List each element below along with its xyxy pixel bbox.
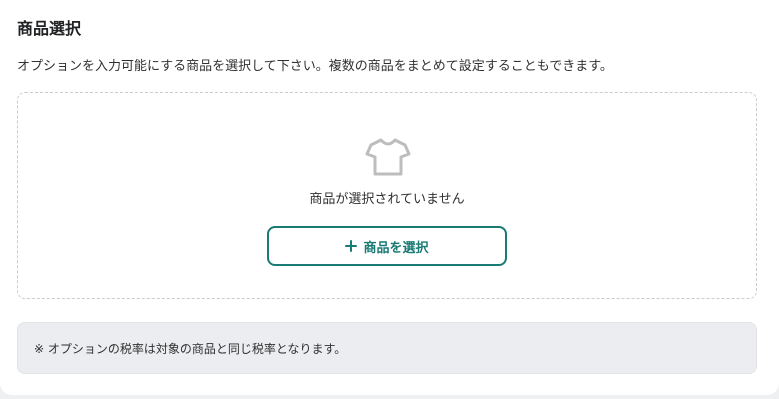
empty-state-message: 商品が選択されていません	[309, 192, 465, 207]
section-title: 商品選択	[17, 19, 82, 38]
select-product-button[interactable]: 商品を選択	[267, 226, 507, 266]
tshirt-icon	[365, 138, 411, 176]
section-description: オプションを入力可能にする商品を選択して下さい。複数の商品をまとめて設定すること…	[17, 59, 613, 74]
select-product-label: 商品を選択	[363, 240, 429, 256]
product-selection-card: 商品選択 オプションを入力可能にする商品を選択して下さい。複数の商品をまとめて設…	[0, 0, 779, 395]
tax-rate-note: ※ オプションの税率は対象の商品と同じ税率となります。	[17, 322, 757, 374]
product-empty-state: 商品が選択されていません 商品を選択	[17, 92, 757, 299]
plus-icon	[345, 240, 358, 252]
tax-rate-note-text: ※ オプションの税率は対象の商品と同じ税率となります。	[34, 341, 347, 356]
